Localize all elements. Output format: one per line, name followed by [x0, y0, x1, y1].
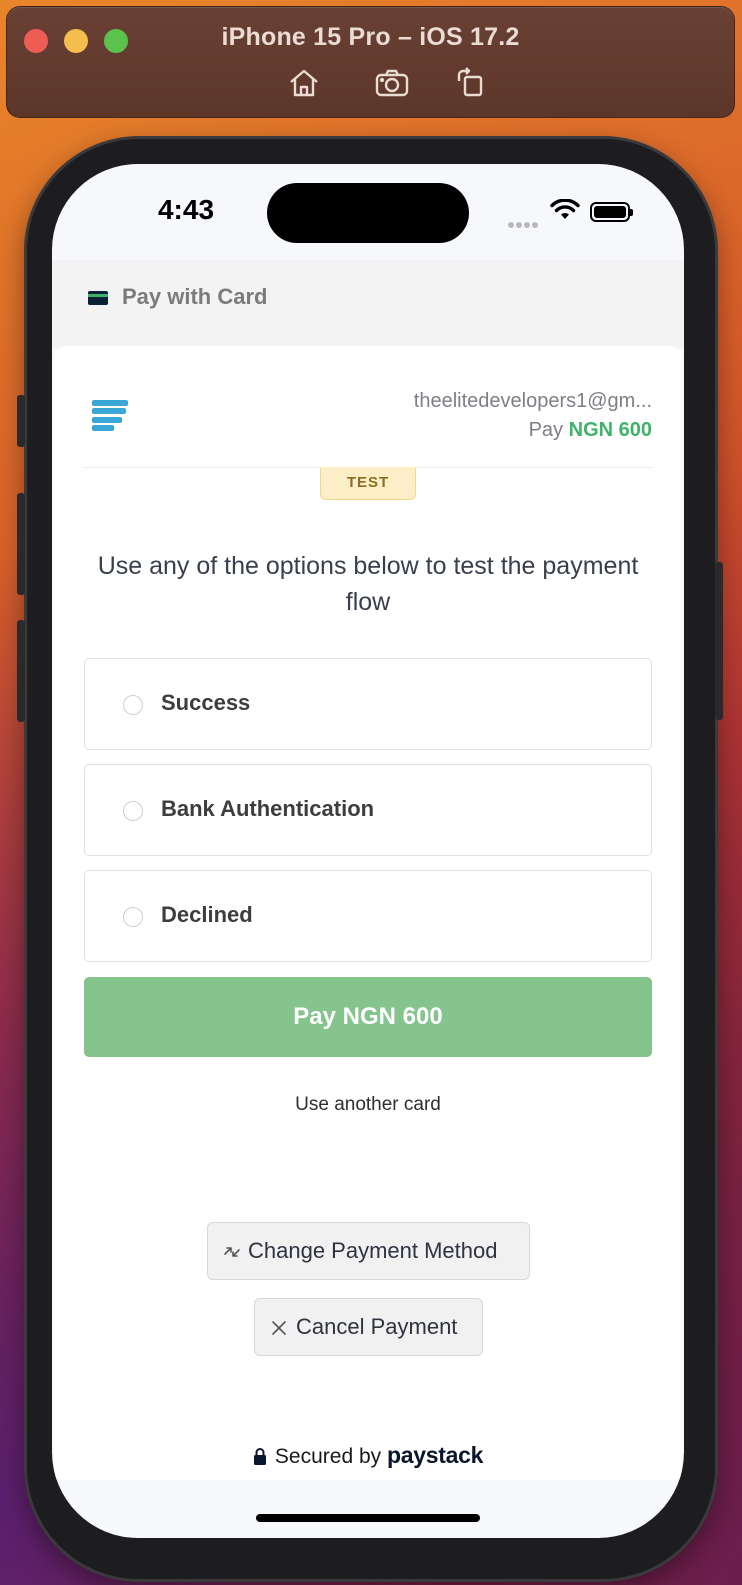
simulator-title: iPhone 15 Pro – iOS 17.2 [221, 23, 520, 51]
lock-icon [253, 1448, 266, 1465]
change-payment-method-button[interactable]: Change Payment Method [207, 1222, 530, 1280]
option-label: Bank Authentication [161, 796, 375, 821]
cellular-signal-icon [508, 215, 542, 228]
radio-button[interactable] [123, 907, 143, 927]
simulator-title-bar: iPhone 15 Pro – iOS 17.2 [6, 6, 735, 118]
app-header: Pay with Card [52, 260, 684, 348]
option-success[interactable]: Success [84, 658, 652, 750]
instruction-text: Use any of the options below to test the… [97, 552, 639, 616]
swap-icon [224, 1247, 240, 1257]
radio-button[interactable] [123, 801, 143, 821]
screenshot-icon[interactable] [374, 65, 410, 101]
home-indicator[interactable] [256, 1514, 480, 1522]
volume-up-button [17, 493, 25, 595]
dynamic-island [267, 183, 469, 243]
pay-amount: NGN 600 [568, 419, 652, 441]
secured-by-text: Secured by [274, 1445, 382, 1468]
status-time: 4:43 [157, 194, 215, 225]
option-declined[interactable]: Declined [84, 870, 652, 962]
radio-button[interactable] [123, 695, 143, 715]
action-button [17, 395, 25, 447]
phone-screen: 4:43 Pay with Card theelitedevelopers1@g… [52, 164, 684, 1538]
merchant-email: theelitedevelopers1@gm... [413, 390, 652, 412]
option-label: Success [161, 690, 251, 715]
power-button [715, 562, 723, 720]
option-label: Declined [161, 902, 253, 927]
secured-by-footer: Secured by paystack [54, 1442, 682, 1469]
pay-button[interactable]: Pay NGN 600 [84, 977, 652, 1057]
cancel-payment-button[interactable]: Cancel Payment [254, 1298, 483, 1356]
cancel-payment-label: Cancel Payment [296, 1314, 458, 1339]
payment-sheet: theelitedevelopers1@gm... Pay NGN 600 TE… [54, 346, 682, 1480]
status-indicators [508, 199, 634, 228]
change-payment-method-label: Change Payment Method [248, 1238, 498, 1263]
test-mode-badge: TEST [320, 467, 416, 500]
battery-icon [590, 202, 633, 222]
pay-prefix: Pay [528, 419, 564, 441]
credit-card-icon [88, 291, 108, 305]
volume-down-button [17, 620, 25, 722]
page-title: Pay with Card [122, 284, 268, 309]
paystack-logo: paystack [387, 1442, 484, 1468]
wifi-icon [550, 199, 580, 219]
use-another-card-link[interactable]: Use another card [54, 1094, 682, 1116]
close-icon [272, 1321, 286, 1335]
option-bank-authentication[interactable]: Bank Authentication [84, 764, 652, 856]
pay-amount-line: Pay NGN 600 [529, 419, 652, 442]
home-icon[interactable] [286, 65, 322, 101]
merchant-logo-icon [92, 400, 128, 436]
rotate-icon[interactable] [453, 65, 489, 101]
